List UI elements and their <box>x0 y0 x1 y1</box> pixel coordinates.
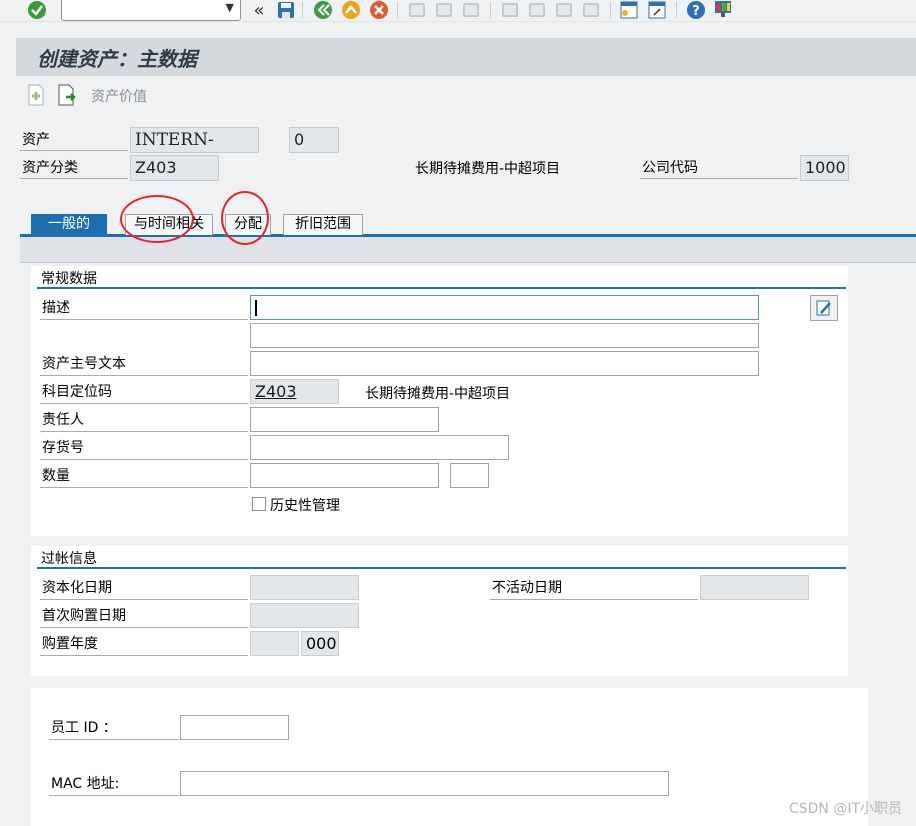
save-icon[interactable] <box>276 0 296 20</box>
command-field[interactable]: ▼ <box>61 0 241 21</box>
first-page-icon <box>500 0 520 20</box>
group-rule <box>37 287 846 289</box>
description-input[interactable] <box>250 295 759 320</box>
tab-content-header <box>20 237 916 263</box>
tab-time-dependent[interactable]: 与时间相关 <box>125 214 213 235</box>
responsible-person-label: 责任人 <box>40 408 248 432</box>
enter-icon[interactable] <box>27 0 47 20</box>
asset-class-label: 资产分类 <box>20 157 128 179</box>
group-rule <box>37 567 846 569</box>
collapse-icon[interactable]: « <box>249 0 269 21</box>
exit-icon[interactable] <box>341 0 361 20</box>
edit-long-text-icon[interactable] <box>810 295 838 321</box>
company-code-label: 公司代码 <box>640 157 798 179</box>
watermark: CSDN @IT小职员 <box>788 801 902 817</box>
responsible-person-input[interactable] <box>250 407 439 432</box>
mac-address-input[interactable] <box>180 771 669 796</box>
help-icon[interactable]: ? <box>686 0 706 20</box>
create-icon <box>27 84 45 110</box>
asset-class-field: Z403 <box>130 155 219 181</box>
history-checkbox[interactable] <box>252 497 266 511</box>
first-acquisition-label: 首次购置日期 <box>40 604 248 628</box>
create-reference-icon[interactable] <box>57 84 77 110</box>
custom-fields-area <box>31 688 868 826</box>
new-session-icon[interactable] <box>619 0 639 20</box>
cancel-icon[interactable] <box>369 0 389 20</box>
history-label: 历史性管理 <box>270 498 340 514</box>
print-icon <box>407 0 427 20</box>
main-number-text-input[interactable] <box>250 351 759 376</box>
shortcut-icon[interactable] <box>647 0 667 20</box>
asset-class-description: 长期待摊费用-中超项目 <box>415 161 561 177</box>
unit-input[interactable] <box>450 463 489 488</box>
page-title: 创建资产：主数据 <box>37 47 197 71</box>
account-determination-label: 科目定位码 <box>40 380 248 404</box>
employee-id-label: 员工 ID ： <box>49 716 178 740</box>
capitalization-date-field <box>250 575 359 600</box>
asset-label: 资产 <box>20 129 128 151</box>
asset-value-button[interactable]: 资产价值 <box>91 86 147 106</box>
deactivation-date-label: 不活动日期 <box>490 576 698 600</box>
last-page-icon <box>581 0 601 20</box>
asset-number-field: INTERN-00001 <box>130 127 259 174</box>
deactivation-date-field <box>700 575 809 600</box>
account-determination-field[interactable]: Z403 <box>250 379 339 404</box>
inventory-number-label: 存货号 <box>40 436 248 460</box>
company-code-field: 1000 <box>800 155 849 181</box>
application-toolbar <box>16 76 916 116</box>
text-cursor <box>255 300 257 316</box>
employee-id-input[interactable] <box>180 715 289 740</box>
previous-page-icon <box>527 0 547 20</box>
acquisition-year-label: 购置年度 <box>40 632 248 656</box>
capitalization-date-label: 资本化日期 <box>40 576 248 600</box>
next-page-icon <box>554 0 574 20</box>
find-icon <box>434 0 454 20</box>
svg-text:?: ? <box>692 4 700 19</box>
description-label: 描述 <box>40 296 248 320</box>
tab-depreciation-areas[interactable]: 折旧范围 <box>283 214 363 235</box>
back-icon[interactable] <box>313 0 333 20</box>
description-line2-input[interactable] <box>250 323 759 348</box>
tab-general[interactable]: 一般的 <box>31 214 107 235</box>
find-next-icon <box>461 0 481 20</box>
inventory-number-input[interactable] <box>250 435 509 460</box>
first-acquisition-field <box>250 603 359 628</box>
asset-subnumber-field: 0 <box>289 127 339 153</box>
acquisition-period-field: 000 <box>301 631 339 656</box>
quantity-input[interactable] <box>250 463 439 488</box>
customize-layout-icon[interactable] <box>713 0 733 20</box>
main-number-text-label: 资产主号文本 <box>40 352 248 376</box>
chevron-down-icon[interactable]: ▼ <box>226 1 234 14</box>
tab-allocations[interactable]: 分配 <box>225 214 271 235</box>
posting-info-title: 过帐信息 <box>41 551 97 567</box>
acquisition-year-field <box>250 631 299 656</box>
quantity-label: 数量 <box>40 464 248 488</box>
system-toolbar: ▼ « ? <box>0 0 916 22</box>
mac-address-label: MAC 地址: <box>49 772 178 796</box>
general-data-title: 常规数据 <box>41 271 97 287</box>
account-determination-description: 长期待摊费用-中超项目 <box>365 386 511 402</box>
